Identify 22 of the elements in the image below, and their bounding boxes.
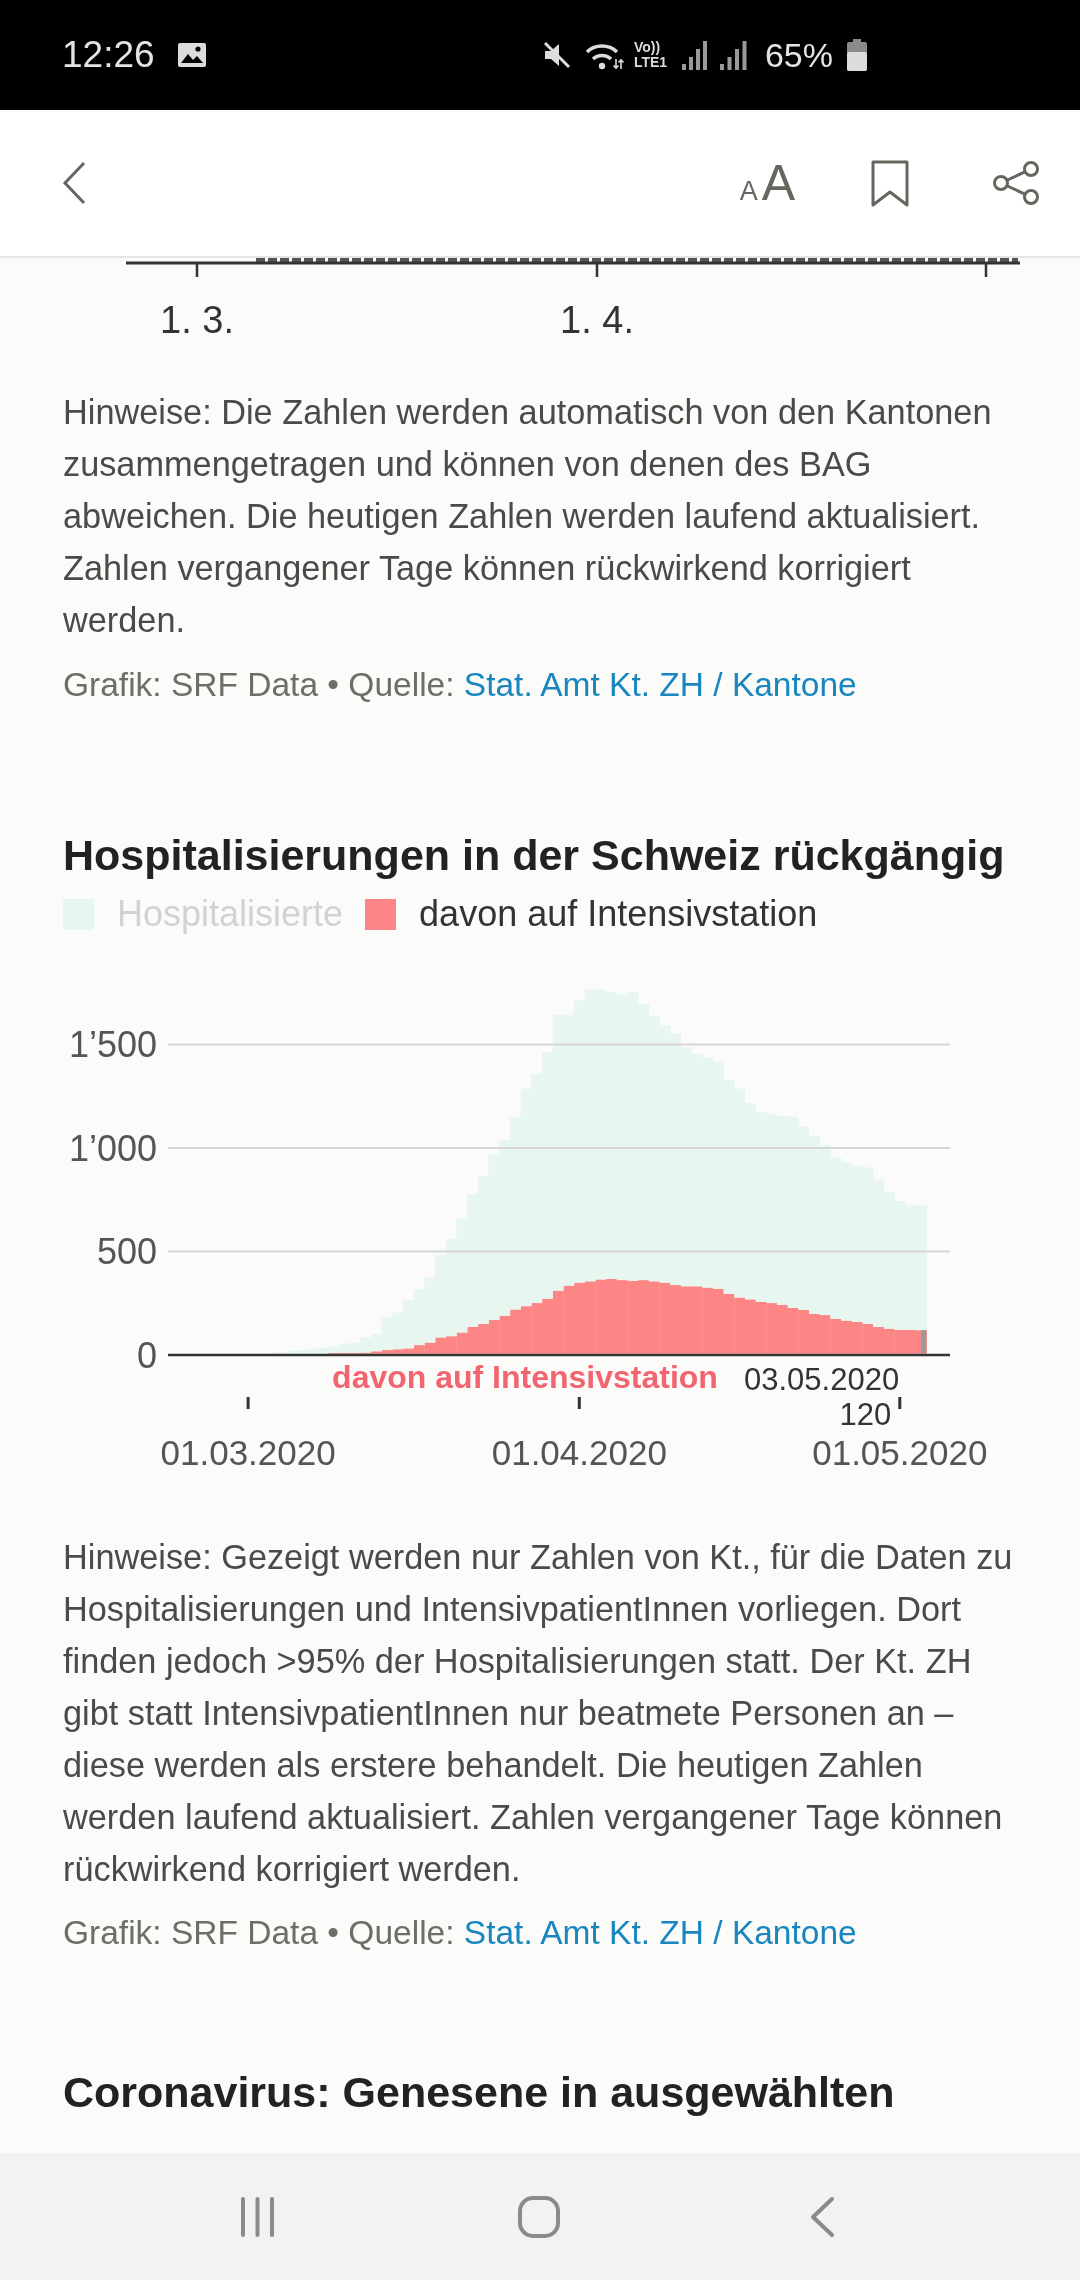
hover-value: 120 <box>839 1396 892 1432</box>
volte-label: Vo)) <box>633 40 662 55</box>
chart-title: Hospitalisierungen in der Schweiz rückgängig <box>62 831 1006 879</box>
lte-label: LTE1 <box>633 55 669 70</box>
series-label: davon auf Intensivstation <box>332 1359 718 1395</box>
y-axis-label: 1’000 <box>68 1127 157 1169</box>
axis-label: 1. 4. <box>560 299 634 341</box>
battery-percent: 65% <box>764 35 833 75</box>
axis-label: 1. 3. <box>160 299 234 341</box>
source-credit: Grafik: SRF Data • Quelle: Stat. Amt Kt. ZH / Kantone <box>62 665 858 705</box>
y-axis-label: 1’500 <box>68 1024 157 1066</box>
x-axis-label: 01.04.2020 <box>491 1432 667 1472</box>
hover-date: 03.05.2020 <box>744 1361 900 1397</box>
x-axis-label: 01.05.2020 <box>812 1432 988 1472</box>
y-axis-label: 500 <box>96 1231 157 1272</box>
section-title: Coronavirus: Genesene in ausgewählten <box>62 2068 896 2116</box>
y-axis-label: 0 <box>136 1334 157 1376</box>
x-axis-label: 01.03.2020 <box>160 1432 336 1472</box>
status-time: 12:26 <box>62 34 155 76</box>
source-credit: Grafik: SRF Data • Quelle: Stat. Amt Kt. ZH / Kantone <box>62 1913 858 1953</box>
notes-paragraph: Hinweise: Gezeigt werden nur Zahlen von Kt., für die Daten zu Hospitalisierungen und IntensivpatientInnen vorliegen. Dort finden jedoch >95% der Hospitalisierungen statt. Der Kt. ZH gibt statt IntensivpatientInnen nur beatmete Personen an – diese werden als erstere behandelt. Die heutigen Zahlen werden laufend aktualisiert. Zahlen vergangener Tage können rückwirkend korrigiert werden. <box>62 1537 1014 1890</box>
notes-paragraph: Hinweise: Die Zahlen werden automatisch von den Kantonen zusammengetragen und können von denen des BAG abweichen. Die heutigen Zahlen werden laufend aktualisiert. Zahlen vergangener Tage können rückwirkend korrigiert werden. <box>62 392 993 641</box>
